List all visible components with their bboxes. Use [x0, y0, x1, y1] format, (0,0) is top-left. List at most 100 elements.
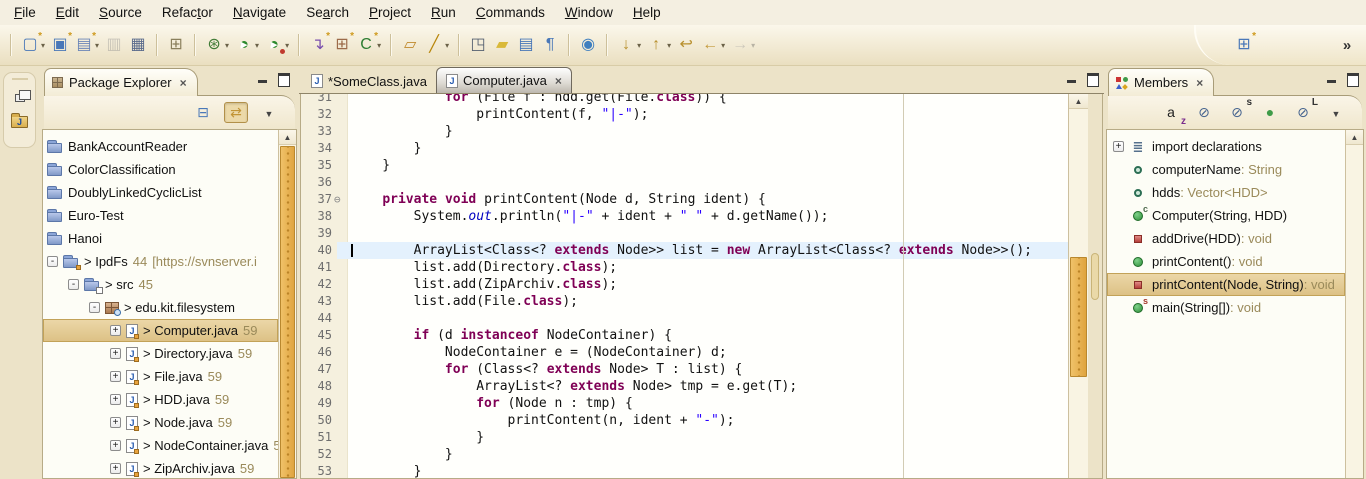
code-line-48[interactable]: 48 ArrayList<? extends Node> tmp = e.get… — [301, 378, 1068, 395]
code-line-49[interactable]: 49 for (Node n : tmp) { — [301, 395, 1068, 412]
tree-item-edu-kit-filesystem[interactable]: -> edu.kit.filesystem — [43, 296, 278, 319]
next-annotation-button[interactable]: ↓▾ — [614, 32, 644, 58]
drag-handle[interactable] — [12, 78, 28, 80]
tree-item-nodecontainer-java[interactable]: +J> NodeContainer.java59 — [43, 434, 278, 457]
member-hdds[interactable]: hdds : Vector<HDD> — [1107, 181, 1345, 204]
overview-annotation-marker[interactable] — [1091, 253, 1099, 300]
expand-toggle-icon[interactable]: + — [110, 348, 121, 359]
tree-item-src[interactable]: -> src45 — [43, 273, 278, 296]
new-package-button[interactable]: ⊞* — [330, 32, 354, 58]
scroll-up-arrow-icon[interactable]: ▲ — [1346, 130, 1363, 145]
expand-toggle-icon[interactable]: + — [110, 325, 121, 336]
collapse-all-button[interactable]: ⊟ — [191, 102, 215, 123]
open-resource-button[interactable]: ▱ — [398, 32, 422, 58]
hide-non-public-members-button[interactable]: ● — [1258, 102, 1282, 123]
sort-button[interactable]: az — [1159, 102, 1183, 123]
menu-navigate[interactable]: Navigate — [223, 2, 296, 23]
menu-search[interactable]: Search — [296, 2, 359, 23]
view-menu-button[interactable]: ▼ — [257, 102, 281, 123]
code-line-34[interactable]: 34 } — [301, 140, 1068, 157]
menu-project[interactable]: Project — [359, 2, 421, 23]
tree-item-hdd-java[interactable]: +J> HDD.java59 — [43, 388, 278, 411]
menu-source[interactable]: Source — [89, 2, 152, 23]
menu-help[interactable]: Help — [623, 2, 671, 23]
member-computer-string-hdd[interactable]: cComputer(String, HDD) — [1107, 204, 1345, 227]
editor-tab-someclass-java[interactable]: J*SomeClass.java — [302, 69, 436, 93]
code-line-39[interactable]: 39 — [301, 225, 1068, 242]
member-computername[interactable]: computerName : String — [1107, 158, 1345, 181]
close-tab-icon[interactable]: × — [555, 74, 562, 88]
mark-occurrences-button[interactable]: ◳ — [466, 32, 490, 58]
java-perspective-button[interactable]: J — [8, 110, 32, 134]
code-line-36[interactable]: 36 — [301, 174, 1068, 191]
expand-toggle-icon[interactable]: + — [1113, 141, 1124, 152]
minimize-button[interactable] — [1066, 73, 1078, 84]
member-main-string[interactable]: smain(String[]) : void — [1107, 296, 1345, 319]
code-line-47[interactable]: 47 for (Class<? extends Node> T : list) … — [301, 361, 1068, 378]
package-explorer-tab[interactable]: Package Explorer × — [44, 68, 198, 96]
new-class-button[interactable]: C*▾ — [354, 32, 384, 58]
show-whitespace-button[interactable]: ¶ — [538, 32, 562, 58]
previous-annotation-button[interactable]: ↑▾ — [644, 32, 674, 58]
link-with-editor-button[interactable]: ⇄ — [224, 102, 248, 123]
print-button[interactable]: ▦ — [126, 32, 150, 58]
tree-item-computer-java[interactable]: +J> Computer.java59 — [43, 319, 278, 342]
minimize-button[interactable] — [1326, 73, 1338, 84]
scrollbar-thumb[interactable] — [280, 146, 295, 478]
new-java-project-button[interactable]: ▣* — [48, 32, 72, 58]
tree-item-doublylinkedcycliclist[interactable]: DoublyLinkedCyclicList — [43, 181, 278, 204]
member-adddrive-hdd[interactable]: addDrive(HDD) : void — [1107, 227, 1345, 250]
tree-item-ziparchiv-java[interactable]: +J> ZipArchiv.java59 — [43, 457, 278, 478]
close-view-icon[interactable]: × — [180, 76, 187, 90]
menu-file[interactable]: File — [4, 2, 46, 23]
expand-toggle-icon[interactable]: + — [110, 394, 121, 405]
code-line-31[interactable]: 31 for (File f : hdd.get(File.class)) { — [301, 94, 1068, 106]
code-line-53[interactable]: 53 } — [301, 463, 1068, 478]
toolbar-overflow-button[interactable]: » — [1335, 32, 1359, 58]
scrollbar-thumb[interactable] — [1070, 257, 1087, 377]
menu-edit[interactable]: Edit — [46, 2, 89, 23]
tree-item-ipdfs[interactable]: -> IpdFs44[https://svnserver.i — [43, 250, 278, 273]
maximize-button[interactable] — [277, 73, 289, 84]
fold-collapse-icon[interactable]: ⊖ — [334, 191, 341, 208]
highlight-button[interactable]: ▰ — [490, 32, 514, 58]
code-line-40[interactable]: 40 ArrayList<Class<? extends Node>> list… — [301, 242, 1068, 259]
menu-run[interactable]: Run — [421, 2, 466, 23]
hide-fields-button[interactable]: ⊘ — [1192, 102, 1216, 123]
code-line-50[interactable]: 50 printContent(n, ident + "-"); — [301, 412, 1068, 429]
code-line-38[interactable]: 38 System.out.println("|-" + ident + " "… — [301, 208, 1068, 225]
tree-item-bankaccountreader[interactable]: BankAccountReader — [43, 135, 278, 158]
checkout-button[interactable]: ↴* — [306, 32, 330, 58]
new-java-class-button[interactable]: ▤*▾ — [72, 32, 102, 58]
code-line-43[interactable]: 43 list.add(File.class); — [301, 293, 1068, 310]
menu-commands[interactable]: Commands — [466, 2, 555, 23]
collapse-toggle-icon[interactable]: - — [68, 279, 79, 290]
new-wizard-button[interactable]: ▢*▾ — [18, 32, 48, 58]
code-area[interactable]: 31 for (File f : hdd.get(File.class)) { 3… — [301, 94, 1068, 478]
code-line-42[interactable]: 42 list.add(ZipArchiv.class); — [301, 276, 1068, 293]
debug-button[interactable]: ⊛▾ — [202, 32, 232, 58]
tree-item-euro-test[interactable]: Euro-Test — [43, 204, 278, 227]
close-view-icon[interactable]: × — [1196, 76, 1203, 90]
tree-item-directory-java[interactable]: +J> Directory.java59 — [43, 342, 278, 365]
tree-item-hanoi[interactable]: Hanoi — [43, 227, 278, 250]
expand-toggle-icon[interactable]: + — [110, 417, 121, 428]
code-line-35[interactable]: 35 } — [301, 157, 1068, 174]
hide-local-types-button[interactable]: ⊘L — [1291, 102, 1315, 123]
synchronize-button[interactable]: ⊞ — [164, 32, 188, 58]
tree-item-file-java[interactable]: +J> File.java59 — [43, 365, 278, 388]
code-line-44[interactable]: 44 — [301, 310, 1068, 327]
back-button[interactable]: ←▾ — [698, 32, 728, 58]
tree-item-colorclassification[interactable]: ColorClassification — [43, 158, 278, 181]
code-line-46[interactable]: 46 NodeContainer e = (NodeContainer) d; — [301, 344, 1068, 361]
member-import-declarations[interactable]: +≣import declarations — [1107, 135, 1345, 158]
tree-item-node-java[interactable]: +J> Node.java59 — [43, 411, 278, 434]
collapse-toggle-icon[interactable]: - — [89, 302, 100, 313]
code-line-37[interactable]: 37⊖ private void printContent(Node d, St… — [301, 191, 1068, 208]
web-browser-button[interactable]: ◉ — [576, 32, 600, 58]
show-source-button[interactable]: ▤ — [514, 32, 538, 58]
restore-view-button[interactable] — [8, 86, 32, 110]
expand-toggle-icon[interactable]: + — [110, 440, 121, 451]
editor-tab-computer-java[interactable]: JComputer.java× — [436, 67, 572, 93]
maximize-button[interactable] — [1346, 73, 1358, 84]
